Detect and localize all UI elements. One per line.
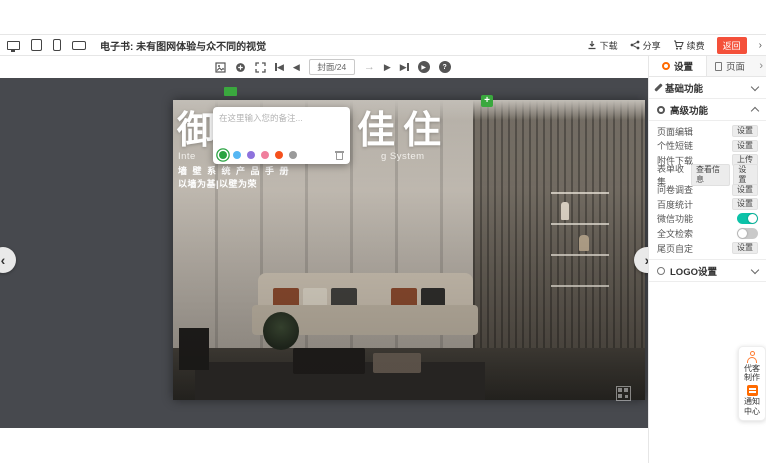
chevron-down-icon (751, 82, 759, 90)
renew-button[interactable]: 续费 (673, 39, 705, 52)
next-page-icon[interactable]: ▶ (384, 63, 391, 72)
add-note-plus-button[interactable]: + (481, 95, 493, 107)
pencil-icon (654, 83, 662, 91)
row-form-collection: 表单收集 查看信息 设置 (657, 168, 758, 183)
help-icon[interactable]: ? (439, 61, 451, 73)
page-indicator-input[interactable]: 封面/24 (309, 59, 355, 75)
flipbook-canvas: 御 佳 住 Inte g System 墙 壁 系 统 产 品 手 册 以墙为基… (0, 78, 648, 428)
book-title: 电子书: 未有图网体验与众不同的视觉 (100, 38, 266, 53)
thumbnails-icon[interactable] (215, 62, 226, 73)
cover-title-char: 御 (177, 112, 215, 150)
cart-icon (673, 40, 684, 50)
top-actions: 下载 分享 续费 返回 › (587, 37, 766, 54)
color-dot-red[interactable] (275, 151, 283, 159)
note-color-row (219, 150, 344, 160)
wechat-toggle[interactable] (737, 213, 758, 224)
phone-preview-icon[interactable] (53, 39, 61, 51)
cover-line4: 以墙为基|以壁为荣 (178, 177, 257, 190)
trash-icon[interactable] (335, 150, 344, 160)
color-dot-pink[interactable] (261, 151, 269, 159)
baidu-settings-button[interactable]: 设置 (732, 198, 758, 210)
row-fulltext-search: 全文检索 (657, 226, 758, 241)
app-window: 电子书: 未有图网体验与众不同的视觉 下载 分享 续费 返回 › (0, 0, 766, 463)
tab-settings[interactable]: 设置 (649, 56, 707, 76)
chevron-down-icon (751, 266, 759, 274)
row-baidu-statistics: 百度统计 设置 (657, 197, 758, 212)
tablet-preview-icon[interactable] (31, 39, 42, 51)
previous-page-arrow[interactable]: ‹ (0, 247, 16, 273)
tab-pages[interactable]: 页面 (707, 56, 753, 76)
logo-icon (657, 267, 665, 275)
download-button[interactable]: 下载 (587, 39, 618, 52)
sidebar-tabs: 设置 页面 › (649, 56, 766, 77)
device-preview-switcher (0, 39, 86, 51)
cover-subtitle-left: Inte (178, 151, 196, 162)
chevron-up-icon (751, 106, 759, 114)
notification-center-button[interactable]: 通知中心 (742, 385, 762, 415)
gear-icon (657, 106, 665, 114)
fulltext-search-toggle[interactable] (737, 228, 758, 239)
cover-subtitle-right: g System (381, 151, 425, 162)
short-link-settings-button[interactable]: 设置 (732, 140, 758, 152)
download-icon (587, 40, 597, 50)
person-icon (746, 351, 758, 363)
share-button[interactable]: 分享 (630, 39, 661, 52)
section-logo-settings[interactable]: LOGO设置 (649, 260, 766, 282)
note-popover (213, 107, 350, 164)
section-advanced-functions[interactable]: 高级功能 (649, 99, 766, 121)
gear-icon (662, 62, 670, 70)
color-dot-gray[interactable] (289, 151, 297, 159)
top-bar: 电子书: 未有图网体验与众不同的视觉 下载 分享 续费 返回 › (0, 34, 766, 56)
row-end-page: 尾页自定 设置 (657, 241, 758, 256)
cover-line3: 墙 壁 系 统 产 品 手 册 (178, 164, 290, 177)
first-page-icon[interactable]: ◀ (275, 63, 284, 72)
autoplay-icon[interactable]: ▶ (418, 61, 430, 73)
valet-service-button[interactable]: 代客制作 (742, 351, 762, 382)
note-input[interactable] (219, 112, 344, 148)
row-short-link: 个性短链 设置 (657, 139, 758, 154)
row-wechat-function: 微信功能 (657, 212, 758, 227)
viewer-toolbar: ◀ ◀ 封面/24 → ▶ ▶ ▶ ? (0, 56, 648, 78)
floating-helper-card: 代客制作 通知中心 (738, 346, 766, 421)
chevron-right-icon[interactable]: › (759, 40, 762, 51)
jump-arrow-icon[interactable]: → (364, 62, 375, 73)
page-edit-settings-button[interactable]: 设置 (732, 125, 758, 137)
previous-page-icon[interactable]: ◀ (293, 63, 300, 72)
color-dot-purple[interactable] (247, 151, 255, 159)
last-page-icon[interactable]: ▶ (400, 63, 409, 72)
color-dot-blue[interactable] (233, 151, 241, 159)
section-basic-functions[interactable]: 基础功能 (649, 77, 766, 99)
back-button[interactable]: 返回 (717, 37, 747, 54)
landscape-preview-icon[interactable] (72, 41, 86, 50)
cover-title-char: 佳 (357, 112, 395, 150)
share-icon (630, 40, 640, 50)
view-info-button[interactable]: 查看信息 (691, 164, 730, 186)
end-page-settings-button[interactable]: 设置 (732, 242, 758, 254)
note-marker-flag[interactable] (224, 87, 237, 96)
qr-code-icon[interactable] (616, 386, 631, 401)
zoom-icon[interactable] (235, 62, 246, 73)
fullscreen-icon[interactable] (255, 62, 266, 73)
row-page-edit: 页面编辑 设置 (657, 124, 758, 139)
desktop-preview-icon[interactable] (7, 41, 20, 50)
page-icon (715, 62, 722, 71)
advanced-function-list: 页面编辑 设置 个性短链 设置 附件下载 上传 表单收集 查看信息 设置 问卷调… (649, 121, 766, 260)
cover-title-char: 住 (403, 112, 441, 150)
sidebar-collapse-icon[interactable]: › (759, 56, 766, 76)
color-dot-green[interactable] (219, 151, 227, 159)
notification-icon (747, 385, 758, 396)
survey-settings-button[interactable]: 设置 (732, 184, 758, 196)
